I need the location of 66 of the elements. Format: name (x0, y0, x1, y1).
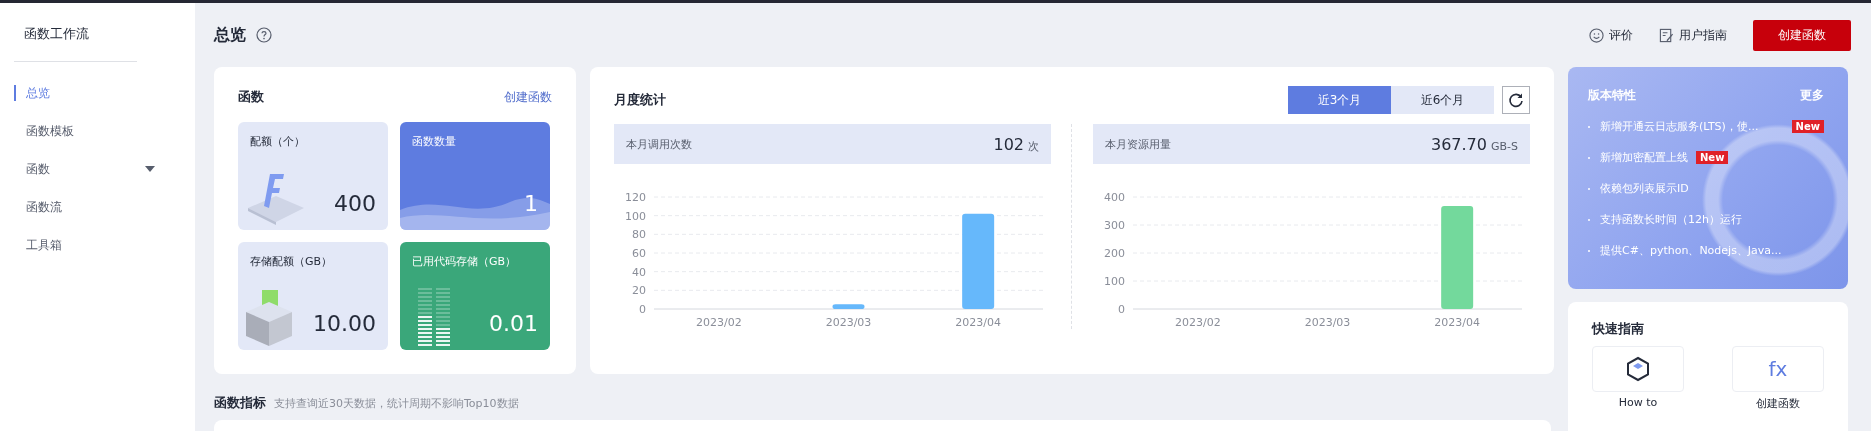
y-tick-label: 200 (1104, 247, 1125, 260)
y-tick-label: 300 (1104, 219, 1125, 232)
tile-value: 10.00 (313, 311, 376, 336)
x-tick-label: 2023/04 (955, 316, 1001, 329)
box-drawing (244, 288, 294, 346)
period-tab[interactable]: 近6个月 (1391, 86, 1494, 114)
y-tick-label: 0 (639, 303, 646, 316)
tile-label: 存储配额（GB） (250, 254, 334, 269)
card-title: 月度统计 (614, 91, 666, 109)
guide-tile[interactable]: fx (1732, 346, 1824, 392)
refresh-icon (1508, 92, 1524, 108)
bar (832, 304, 865, 309)
y-tick-label: 100 (625, 209, 646, 223)
guide-label: 创建函数 (1756, 396, 1800, 411)
guide-tile[interactable] (1592, 346, 1684, 392)
document-icon (1659, 27, 1674, 43)
y-tick-label: 20 (632, 284, 646, 298)
tile-label: 函数数量 (412, 134, 457, 149)
nav-item[interactable]: 函数流 (14, 188, 155, 226)
nav-item[interactable]: 工具箱 (14, 226, 155, 264)
card-title: 函数 (238, 88, 264, 106)
y-tick-label: 100 (1104, 275, 1125, 288)
summary-label: 本月调用次数 (626, 136, 692, 152)
y-tick-label: 120 (625, 191, 646, 204)
x-tick-label: 2023/04 (1434, 316, 1480, 329)
create-function-link[interactable]: 创建函数 (504, 88, 552, 106)
x-tick-label: 2023/02 (1175, 316, 1221, 329)
nav-item[interactable]: 函数 (14, 150, 155, 188)
x-tick-label: 2023/03 (1304, 316, 1351, 329)
help-icon[interactable] (256, 27, 272, 43)
nav-item[interactable]: 总览 (14, 85, 155, 101)
guide-button[interactable]: 用户指南 (1659, 26, 1727, 44)
summary-unit: GB-S (1490, 139, 1518, 153)
y-tick-label: 0 (1118, 303, 1125, 316)
summary-value: 367.70 (1431, 134, 1487, 154)
sidebar-title: 函数工作流 (14, 3, 137, 62)
y-tick-label: 400 (1104, 191, 1125, 204)
feedback-button[interactable]: 评价 (1589, 26, 1633, 44)
refresh-button[interactable] (1502, 86, 1530, 114)
card-title: 版本特性 (1588, 86, 1636, 104)
new-badge: New (1696, 151, 1729, 164)
tile-value: 1 (524, 191, 538, 216)
summary-label: 本月资源用量 (1105, 136, 1171, 152)
summary-unit: 次 (1028, 139, 1039, 153)
fx-icon: fx (1768, 357, 1788, 381)
nav-item[interactable]: 函数模板 (14, 112, 155, 150)
summary-value: 102 (993, 134, 1024, 154)
tile-label: 已用代码存储（GB） (412, 254, 518, 269)
y-tick-label: 40 (632, 265, 646, 279)
y-tick-label: 80 (632, 228, 646, 242)
new-badge: New (1791, 120, 1824, 133)
x-tick-label: 2023/02 (696, 316, 742, 329)
x-tick-label: 2023/03 (825, 316, 872, 329)
card-title: 快速指南 (1592, 320, 1645, 338)
period-tab[interactable]: 近3个月 (1288, 86, 1391, 114)
section-hint: 支持查询近30天数据，统计周期不影响Top10数据 (274, 396, 519, 411)
page-title: 总览 (214, 24, 246, 46)
tile-value: 400 (334, 191, 376, 216)
section-title: 函数指标 (214, 394, 266, 412)
guide-label: How to (1618, 396, 1658, 409)
tile-value: 0.01 (489, 311, 538, 336)
cube-icon (1626, 356, 1650, 382)
y-tick-label: 60 (632, 247, 646, 260)
tile-label: 配额（个） (250, 134, 306, 149)
create-function-button[interactable]: 创建函数 (1753, 19, 1851, 51)
smiley-icon (1589, 27, 1604, 43)
